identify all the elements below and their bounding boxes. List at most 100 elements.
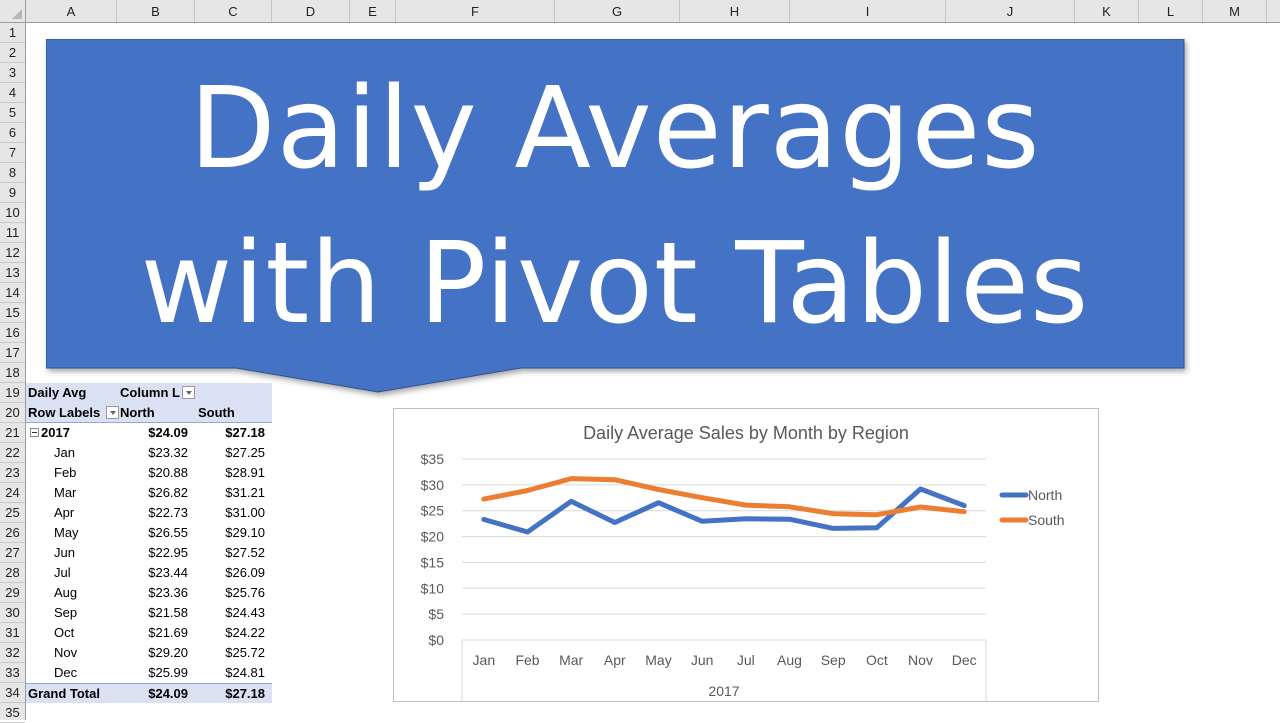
pivot-month-label: Apr xyxy=(54,503,74,523)
row-header-9[interactable]: 9 xyxy=(0,183,25,203)
pivot-grand-total-row: Grand Total $24.09 $27.18 xyxy=(26,683,272,703)
y-tick-label: $30 xyxy=(421,477,445,493)
row-header-4[interactable]: 4 xyxy=(0,83,25,103)
row-header-30[interactable]: 30 xyxy=(0,603,25,623)
pivot-year-row: 2017 $24.09 $27.18 xyxy=(26,423,272,443)
row-header-34[interactable]: 34 xyxy=(0,683,25,703)
row-header-16[interactable]: 16 xyxy=(0,323,25,343)
column-header-b[interactable]: B xyxy=(117,0,195,22)
chart-svg: Daily Average Sales by Month by Region $… xyxy=(394,409,1098,701)
row-header-35[interactable]: 35 xyxy=(0,703,25,723)
row-header-27[interactable]: 27 xyxy=(0,543,25,563)
row-header-20[interactable]: 20 xyxy=(0,403,25,423)
column-header-d[interactable]: D xyxy=(272,0,350,22)
row-header-21[interactable]: 21 xyxy=(0,423,25,443)
x-tick-label: Mar xyxy=(559,652,583,668)
column-header-g[interactable]: G xyxy=(555,0,680,22)
title-banner[interactable]: Daily Averages with Pivot Tables xyxy=(46,39,1184,394)
row-header-10[interactable]: 10 xyxy=(0,203,25,223)
collapse-icon[interactable] xyxy=(30,428,39,437)
x-tick-label: May xyxy=(645,652,671,668)
y-tick-label: $0 xyxy=(428,632,444,648)
pivot-month-row: May$26.55$29.10 xyxy=(26,523,272,543)
row-header-11[interactable]: 11 xyxy=(0,223,25,243)
row-header-28[interactable]: 28 xyxy=(0,563,25,583)
pivot-month-label: May xyxy=(54,523,79,543)
row-header-26[interactable]: 26 xyxy=(0,523,25,543)
pivot-month-label: Nov xyxy=(54,643,77,663)
legend-label-south[interactable]: South xyxy=(1028,512,1065,528)
row-header-29[interactable]: 29 xyxy=(0,583,25,603)
x-tick-label: Jun xyxy=(691,652,714,668)
grand-total-label: Grand Total xyxy=(28,684,100,704)
row-header-18[interactable]: 18 xyxy=(0,363,25,383)
pivot-header-row-labels: Row Labels North South xyxy=(26,403,272,423)
x-tick-label: Dec xyxy=(952,652,977,668)
pivot-month-label: Jan xyxy=(54,443,75,463)
row-header-bar: 1234567891011121314151617181920212223242… xyxy=(0,23,26,720)
column-header-i[interactable]: I xyxy=(790,0,946,22)
row-header-2[interactable]: 2 xyxy=(0,43,25,63)
pivot-month-row: Feb$20.88$28.91 xyxy=(26,463,272,483)
column-header-k[interactable]: K xyxy=(1075,0,1139,22)
row-header-1[interactable]: 1 xyxy=(0,23,25,43)
pivot-month-south: $24.81 xyxy=(225,663,265,683)
pivot-month-north: $23.32 xyxy=(148,443,188,463)
row-header-31[interactable]: 31 xyxy=(0,623,25,643)
row-header-14[interactable]: 14 xyxy=(0,283,25,303)
row-header-8[interactable]: 8 xyxy=(0,163,25,183)
line-chart[interactable]: Daily Average Sales by Month by Region $… xyxy=(393,408,1099,702)
pivot-row-labels: Row Labels xyxy=(28,403,119,423)
row-header-33[interactable]: 33 xyxy=(0,663,25,683)
pivot-month-label: Mar xyxy=(54,483,76,503)
pivot-month-north: $23.36 xyxy=(148,583,188,603)
x-tick-label: Nov xyxy=(908,652,933,668)
row-header-22[interactable]: 22 xyxy=(0,443,25,463)
column-labels-filter-dropdown[interactable] xyxy=(182,386,195,399)
pivot-column-labels: Column L xyxy=(120,383,195,403)
pivot-month-label: Jul xyxy=(54,563,71,583)
banner-line-1: Daily Averages xyxy=(46,52,1184,207)
row-header-12[interactable]: 12 xyxy=(0,243,25,263)
row-header-24[interactable]: 24 xyxy=(0,483,25,503)
row-labels-filter-dropdown[interactable] xyxy=(106,406,119,419)
x-tick-label: Aug xyxy=(777,652,802,668)
row-header-15[interactable]: 15 xyxy=(0,303,25,323)
pivot-month-north: $29.20 xyxy=(148,643,188,663)
pivot-month-north: $25.99 xyxy=(148,663,188,683)
row-header-19[interactable]: 19 xyxy=(0,383,25,403)
pivot-year-label: 2017 xyxy=(41,425,70,440)
pivot-month-south: $28.91 xyxy=(225,463,265,483)
column-header-f[interactable]: F xyxy=(396,0,555,22)
column-header-c[interactable]: C xyxy=(195,0,272,22)
column-header-j[interactable]: J xyxy=(946,0,1075,22)
column-header-h[interactable]: H xyxy=(680,0,790,22)
pivot-month-south: $25.76 xyxy=(225,583,265,603)
row-header-17[interactable]: 17 xyxy=(0,343,25,363)
column-header-e[interactable]: E xyxy=(350,0,396,22)
pivot-col-north: North xyxy=(120,403,155,423)
pivot-month-row: Dec$25.99$24.81 xyxy=(26,663,272,683)
row-header-23[interactable]: 23 xyxy=(0,463,25,483)
pivot-month-row: Aug$23.36$25.76 xyxy=(26,583,272,603)
pivot-month-north: $21.69 xyxy=(148,623,188,643)
row-header-13[interactable]: 13 xyxy=(0,263,25,283)
column-header-bar: A B C D E F G H I J K L M xyxy=(0,0,1280,23)
row-header-6[interactable]: 6 xyxy=(0,123,25,143)
pivot-month-north: $26.82 xyxy=(148,483,188,503)
row-header-5[interactable]: 5 xyxy=(0,103,25,123)
row-header-32[interactable]: 32 xyxy=(0,643,25,663)
row-header-3[interactable]: 3 xyxy=(0,63,25,83)
row-header-25[interactable]: 25 xyxy=(0,503,25,523)
row-header-7[interactable]: 7 xyxy=(0,143,25,163)
legend-label-north[interactable]: North xyxy=(1028,487,1062,503)
column-header-m[interactable]: M xyxy=(1203,0,1267,22)
x-tick-label: Jul xyxy=(737,652,755,668)
pivot-value-label: Daily Avg xyxy=(28,383,86,403)
column-header-a[interactable]: A xyxy=(26,0,117,22)
column-header-l[interactable]: L xyxy=(1139,0,1203,22)
select-all-button[interactable] xyxy=(0,0,26,22)
y-tick-label: $15 xyxy=(421,554,445,570)
pivot-month-north: $23.44 xyxy=(148,563,188,583)
chart-title: Daily Average Sales by Month by Region xyxy=(583,423,909,443)
